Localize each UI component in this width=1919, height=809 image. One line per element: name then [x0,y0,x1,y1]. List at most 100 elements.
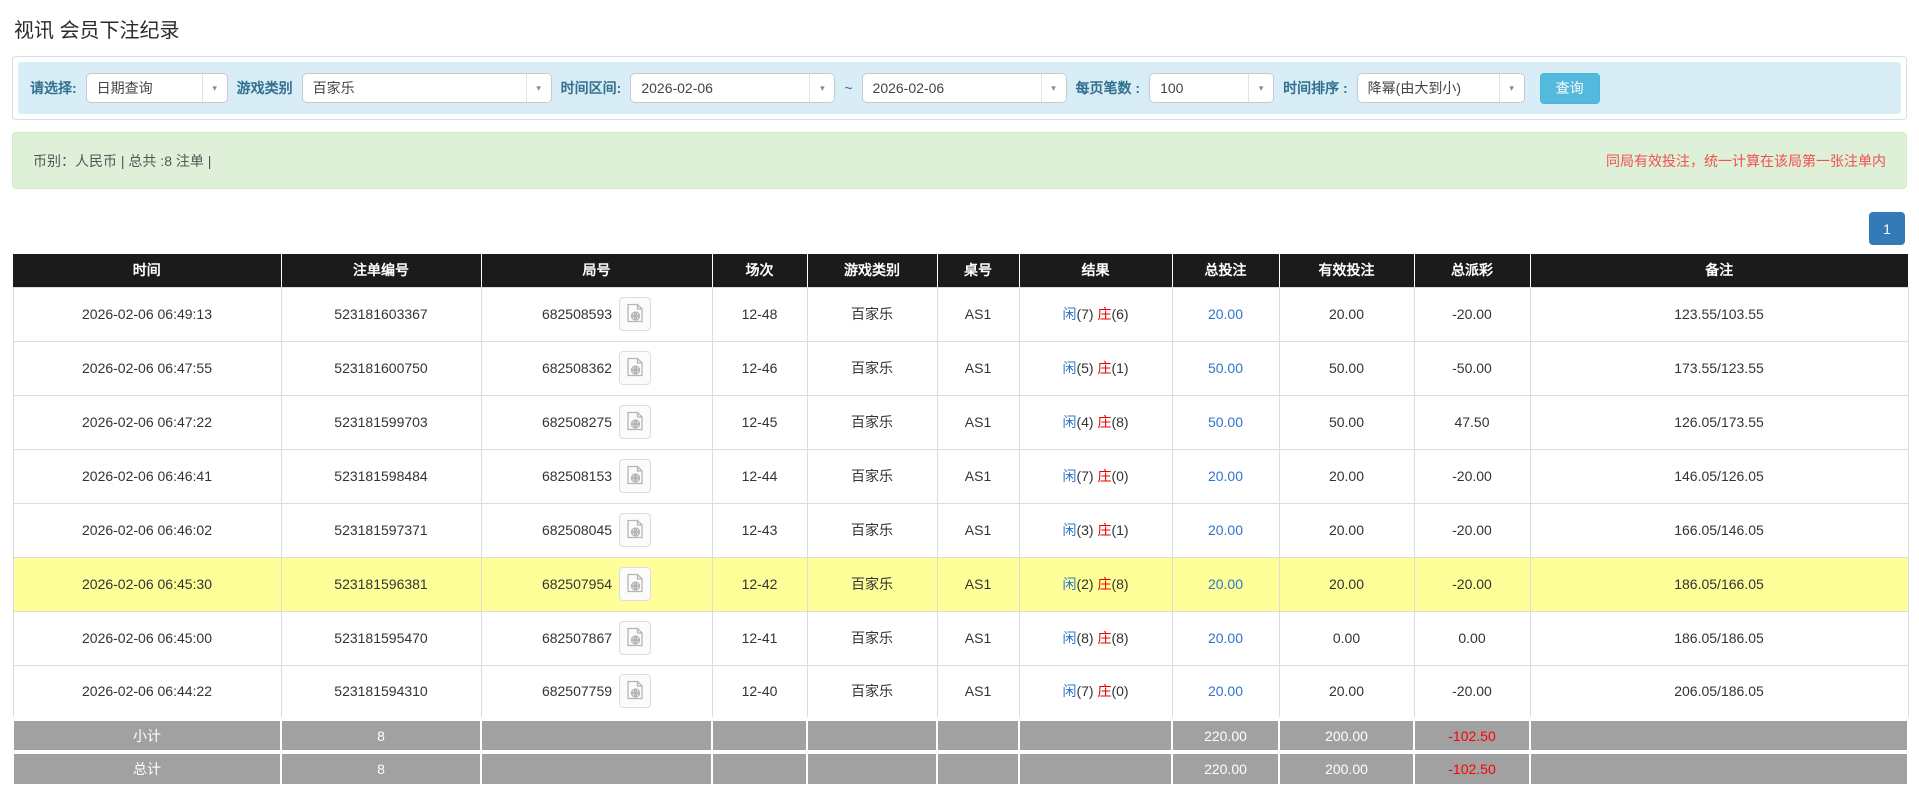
grand-total-row: 总计 8 220.00 200.00 -102.50 [12,750,1909,786]
session-cell: 12-43 [711,502,808,558]
footer-empty-cell [1018,717,1173,753]
round-id-value: 682508593 [541,306,613,322]
footer-empty-cell [1529,717,1909,753]
total-bet-link[interactable]: 20.00 [1208,306,1243,322]
column-header: 游戏类别 [807,254,938,287]
result-player-label: 闲 [1062,360,1077,376]
table-no-cell: AS1 [936,556,1020,612]
chevron-down-icon[interactable]: ▾ [525,74,551,102]
game-type-cell: 百家乐 [806,286,938,342]
footer-payout-cell: -102.50 [1413,717,1531,753]
remark-cell: 123.55/103.55 [1529,286,1909,342]
table-row: 2026-02-06 06:45:00 523181595470 682507867… [12,610,1909,666]
time-cell: 2026-02-06 06:44:22 [12,664,282,720]
video-replay-button[interactable] [619,567,652,601]
filter-bar: 请选择: 日期查询 ▾ 游戏类别 百家乐 ▾ 时间区间: 2026-02-06 … [18,62,1901,114]
total-bet-link[interactable]: 50.00 [1208,414,1243,430]
bet-id-cell: 523181598484 [280,448,482,504]
total-bet-cell: 20.00 [1171,286,1280,342]
video-replay-icon [626,627,644,650]
page-size-label: 每页笔数 : [1075,80,1141,96]
game-type-combobox[interactable]: 百家乐 ▾ [301,73,552,103]
payout-cell: -20.00 [1413,664,1531,720]
sort-order-label: 时间排序 : [1283,80,1348,96]
round-id-cell: 682508045 [480,502,713,558]
session-cell: 12-45 [711,394,808,450]
footer-empty-cell [936,750,1020,786]
bet-id-cell: 523181603367 [280,286,482,342]
page-size-combobox[interactable]: 100 ▾ [1149,73,1275,103]
table-no-cell: AS1 [936,394,1020,450]
select-type-combobox[interactable]: 日期查询 ▾ [85,73,228,103]
total-bet-link[interactable]: 20.00 [1208,630,1243,646]
chevron-down-icon[interactable]: ▾ [1040,74,1066,102]
chevron-down-icon[interactable]: ▾ [201,74,227,102]
result-banker-label: 庄 [1097,306,1112,322]
total-bet-link[interactable]: 20.00 [1208,522,1243,538]
round-id-value: 682507867 [541,630,613,646]
chevron-down-icon[interactable]: ▾ [1498,74,1524,102]
video-replay-button[interactable] [619,459,652,493]
total-bet-link[interactable]: 20.00 [1208,683,1243,699]
select-type-label: 请选择: [30,80,77,96]
column-header: 时间 [13,254,282,287]
round-id-value: 682507954 [541,576,613,592]
time-cell: 2026-02-06 06:46:02 [12,502,282,558]
video-replay-button[interactable] [619,405,652,439]
video-replay-button[interactable] [619,621,652,655]
total-bet-link[interactable]: 50.00 [1208,360,1243,376]
footer-empty-cell [711,750,808,786]
sort-order-combobox[interactable]: 降幂(由大到小) ▾ [1356,73,1525,103]
session-cell: 12-46 [711,340,808,396]
video-replay-icon [626,411,644,434]
page-size-value: 100 [1160,80,1184,96]
round-id-value: 682507759 [541,683,613,700]
game-type-label: 游戏类别 [236,80,293,96]
session-cell: 12-42 [711,556,808,612]
round-id-value: 682508275 [541,414,613,430]
result-banker-label: 庄 [1097,630,1112,646]
video-replay-button[interactable] [619,351,652,385]
footer-count-cell: 8 [280,750,482,786]
footer-total-bet-cell: 220.00 [1171,717,1280,753]
result-cell: 闲(3) 庄(1) [1018,502,1173,558]
footer-empty-cell [480,717,713,753]
table-no-cell: AS1 [936,502,1020,558]
game-type-value: 百家乐 [312,80,355,96]
video-replay-button[interactable] [619,297,652,331]
result-cell: 闲(4) 庄(8) [1018,394,1173,450]
bet-id-cell: 523181600750 [280,340,482,396]
footer-label-cell: 小计 [12,717,282,753]
bet-id-cell: 523181599703 [280,394,482,450]
session-cell: 12-41 [711,610,808,666]
round-id-value: 682508045 [541,522,613,538]
date-to-combobox[interactable]: 2026-02-06 ▾ [861,73,1067,103]
chevron-down-icon[interactable]: ▾ [809,74,835,102]
game-type-cell: 百家乐 [806,448,938,504]
result-cell: 闲(7) 庄(0) [1018,448,1173,504]
footer-valid-bet-cell: 200.00 [1278,750,1415,786]
table-row: 2026-02-06 06:47:22 523181599703 682508275… [12,394,1909,450]
valid-bet-cell: 50.00 [1278,340,1415,396]
round-id-cell: 682507759 [480,664,713,720]
result-player-label: 闲 [1062,630,1077,646]
total-bet-link[interactable]: 20.00 [1208,576,1243,592]
video-replay-icon [626,573,644,596]
video-replay-icon [626,357,644,380]
bet-records-table: 时间 注单编号 局号 场次 游戏类别 桌号 结果 总投注 有效投注 总派彩 备注 2026-02-0… [12,254,1909,786]
round-id-value: 682508153 [541,468,613,484]
result-banker-label: 庄 [1097,414,1112,430]
date-from-combobox[interactable]: 2026-02-06 ▾ [630,73,836,103]
filter-panel: 请选择: 日期查询 ▾ 游戏类别 百家乐 ▾ 时间区间: 2026-02-06 … [12,56,1907,120]
video-replay-button[interactable] [619,674,652,709]
time-cell: 2026-02-06 06:49:13 [12,286,282,342]
chevron-down-icon[interactable]: ▾ [1248,74,1274,102]
round-id-wrap: 682508153 [486,459,708,493]
page-button-1[interactable]: 1 [1869,212,1905,245]
video-replay-button[interactable] [619,513,652,547]
total-bet-cell: 50.00 [1171,340,1280,396]
total-bet-link[interactable]: 20.00 [1208,468,1243,484]
time-range-label: 时间区间: [560,80,622,96]
search-button[interactable]: 查询 [1539,72,1600,104]
video-replay-icon [626,465,644,488]
